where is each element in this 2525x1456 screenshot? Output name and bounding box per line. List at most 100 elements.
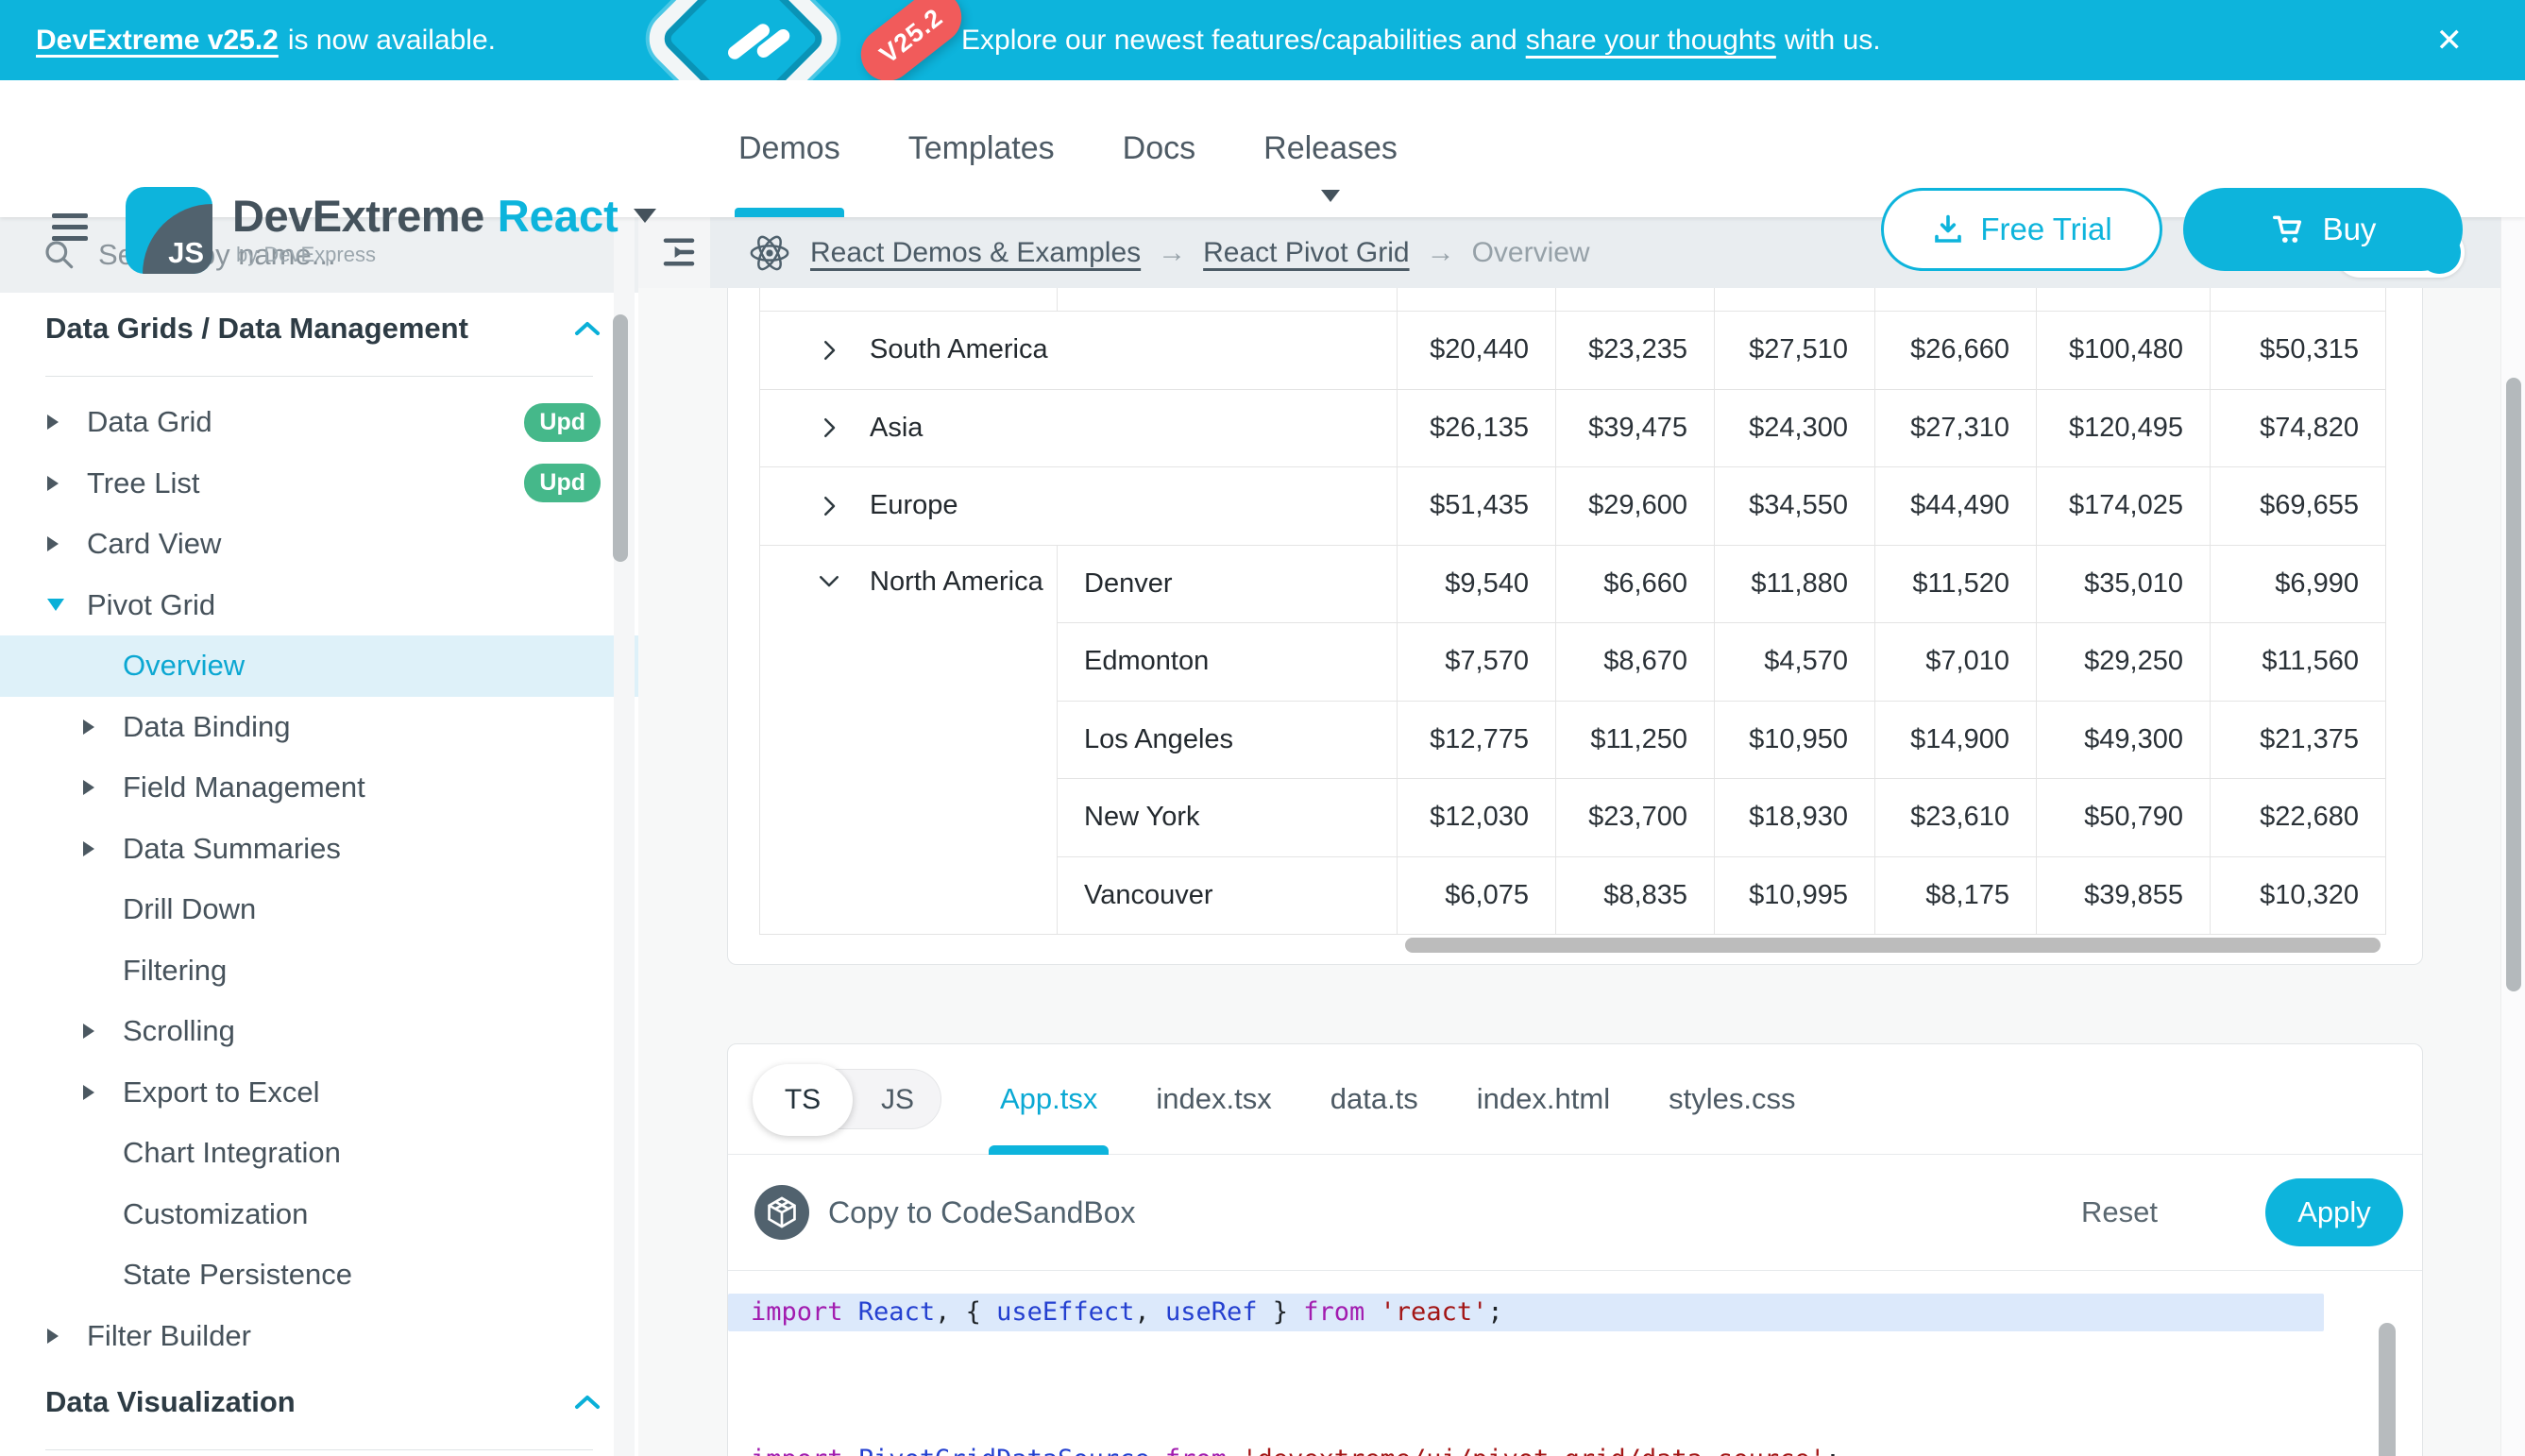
apply-button[interactable]: Apply <box>2265 1178 2403 1246</box>
pivot-value-cell: $120,495 <box>2037 390 2211 468</box>
pivot-city-vancouver: Vancouver <box>1058 857 1398 936</box>
expand-arrow-right-icon[interactable] <box>83 1024 123 1039</box>
pivot-value-cell: $74,820 <box>2211 390 2386 468</box>
sidebar-item-overview[interactable]: Overview <box>0 635 638 697</box>
collapse-sidebar-icon[interactable] <box>659 232 699 277</box>
devextreme-js-logo[interactable]: JS <box>126 187 212 274</box>
tab-index-tsx[interactable]: index.tsx <box>1156 1044 1271 1155</box>
expand-arrow-down-icon[interactable] <box>47 599 87 611</box>
sidebar-item-chart-integration[interactable]: Chart Integration <box>0 1123 638 1184</box>
sidebar-item-scrolling[interactable]: Scrolling <box>0 1001 638 1062</box>
tab-styles-css[interactable]: styles.css <box>1669 1044 1795 1155</box>
buy-button[interactable]: Buy <box>2183 188 2463 271</box>
pivot-value-cell: $7,570 <box>1398 623 1556 702</box>
pivot-value-cell: $11,560 <box>2211 623 2386 702</box>
banner-release-link[interactable]: DevExtreme v25.2 <box>36 25 279 57</box>
sidebar-item-pivot-grid[interactable]: Pivot Grid <box>0 575 638 636</box>
tab-app-tsx[interactable]: App.tsx <box>1000 1044 1097 1155</box>
pivot-horizontal-scrollbar[interactable] <box>1405 938 2381 953</box>
pivot-row-north-america[interactable]: North America <box>760 546 1058 936</box>
expand-arrow-right-icon[interactable] <box>83 1085 123 1100</box>
sidebar-scrollbar-thumb[interactable] <box>613 314 628 562</box>
copy-to-codesandbox-button[interactable]: Copy to CodeSandBox <box>828 1195 1136 1230</box>
reset-button[interactable]: Reset <box>2081 1195 2158 1229</box>
expand-arrow-right-icon[interactable] <box>83 780 123 795</box>
expand-arrow-right-icon[interactable] <box>47 536 87 551</box>
pivot-row-south-america[interactable]: South America <box>760 312 1398 390</box>
nav-item-label: Docs <box>1123 130 1195 167</box>
nav-item-templates[interactable]: Templates <box>908 80 1055 217</box>
pivot-value-cell: $49,300 <box>2037 702 2211 780</box>
sidebar-item-filtering[interactable]: Filtering <box>0 940 638 1002</box>
nav-item-releases[interactable]: Releases <box>1263 80 1398 217</box>
chevron-right-icon <box>815 492 843 520</box>
sidebar-item-label: Field Management <box>123 770 365 804</box>
triangle <box>83 841 94 856</box>
banner-release-text: DevExtreme v25.2 is now available. <box>36 0 496 80</box>
ts-toggle-knob[interactable]: TS <box>753 1064 853 1136</box>
pivot-value-cell: $20,440 <box>1398 312 1556 390</box>
sidebar-section-data-visualization[interactable]: Data Visualization <box>0 1374 638 1431</box>
nav-item-docs[interactable]: Docs <box>1123 80 1195 217</box>
chevron-down-icon[interactable] <box>634 209 656 223</box>
sidebar-item-drill-down[interactable]: Drill Down <box>0 879 638 940</box>
pivot-cell-clipped <box>760 288 1058 312</box>
chevron-up-icon <box>574 320 601 337</box>
expand-arrow-right-icon[interactable] <box>47 1329 87 1344</box>
code-vertical-scrollbar[interactable] <box>2379 1323 2396 1456</box>
pivot-value-cell: $174,025 <box>2037 467 2211 546</box>
sidebar-item-label: Overview <box>123 649 245 683</box>
sidebar-item-filter-builder[interactable]: Filter Builder <box>0 1306 638 1367</box>
share-thoughts-link[interactable]: share your thoughts <box>1526 25 1776 57</box>
code-editor[interactable]: import React, { useEffect, useRef } from… <box>728 1271 2422 1456</box>
sidebar-item-tree-list[interactable]: Tree ListUpd <box>0 453 638 515</box>
breadcrumb-current: Overview <box>1472 237 1590 269</box>
sidebar-item-label: State Persistence <box>123 1258 352 1292</box>
pivot-value-cell: $10,320 <box>2211 857 2386 936</box>
hamburger-menu-icon[interactable] <box>52 213 88 247</box>
sidebar-item-field-management[interactable]: Field Management <box>0 757 638 819</box>
expand-arrow-right-icon[interactable] <box>83 720 123 735</box>
pivot-value-cell: $8,175 <box>1875 857 2037 936</box>
js-toggle-label[interactable]: JS <box>881 1070 914 1130</box>
triangle <box>47 1329 59 1344</box>
pivot-value-cell: $18,930 <box>1715 779 1875 857</box>
tab-data-ts[interactable]: data.ts <box>1330 1044 1418 1155</box>
breadcrumb-pivot-grid-link[interactable]: React Pivot Grid <box>1203 237 1409 269</box>
codesandbox-row: Copy to CodeSandBox Reset Apply <box>728 1155 2422 1271</box>
pivot-value-cell: $6,660 <box>1556 546 1715 624</box>
page-scrollbar-thumb[interactable] <box>2506 378 2521 991</box>
ts-js-toggle[interactable]: TS JS <box>754 1069 941 1129</box>
pivot-value-cell: $29,250 <box>2037 623 2211 702</box>
sidebar-scrollbar[interactable] <box>614 217 635 1456</box>
framework-selector[interactable]: React <box>498 190 619 242</box>
nav-item-demos[interactable]: Demos <box>738 80 840 217</box>
sidebar-item-label: Filtering <box>123 954 227 988</box>
pivot-value-cell: $27,310 <box>1875 390 2037 468</box>
free-trial-button[interactable]: Free Trial <box>1881 188 2162 271</box>
breadcrumb-demos-link[interactable]: React Demos & Examples <box>810 237 1141 269</box>
pivot-row-europe[interactable]: Europe <box>760 467 1398 546</box>
pivot-value-cell: $11,520 <box>1875 546 2037 624</box>
expand-arrow-right-icon[interactable] <box>83 841 123 856</box>
code-panel: TS JS App.tsx index.tsx data.ts index.html s… <box>727 1043 2423 1456</box>
close-icon[interactable]: ✕ <box>2436 0 2464 80</box>
sidebar-item-data-grid[interactable]: Data GridUpd <box>0 392 638 453</box>
sidebar-item-state-persistence[interactable]: State Persistence <box>0 1244 638 1306</box>
sidebar-item-customization[interactable]: Customization <box>0 1184 638 1245</box>
pivot-value-cell: $6,990 <box>2211 546 2386 624</box>
sidebar-item-export-to-excel[interactable]: Export to Excel <box>0 1062 638 1124</box>
sidebar-section-data-grids-data-management[interactable]: Data Grids / Data Management <box>0 300 638 357</box>
sidebar-item-data-binding[interactable]: Data Binding <box>0 697 638 758</box>
pivot-value-cell: $11,880 <box>1715 546 1875 624</box>
triangle <box>83 1024 94 1039</box>
expand-arrow-right-icon[interactable] <box>47 476 87 491</box>
pivot-row-asia[interactable]: Asia <box>760 390 1398 468</box>
sidebar-item-card-view[interactable]: Card View <box>0 514 638 575</box>
sidebar-item-data-summaries[interactable]: Data Summaries <box>0 819 638 880</box>
banner-release-suffix: is now available. <box>288 25 496 57</box>
page-scrollbar[interactable] <box>2500 217 2525 1456</box>
tab-index-html[interactable]: index.html <box>1477 1044 1610 1155</box>
expand-arrow-right-icon[interactable] <box>47 415 87 430</box>
pivot-value-cell: $26,135 <box>1398 390 1556 468</box>
